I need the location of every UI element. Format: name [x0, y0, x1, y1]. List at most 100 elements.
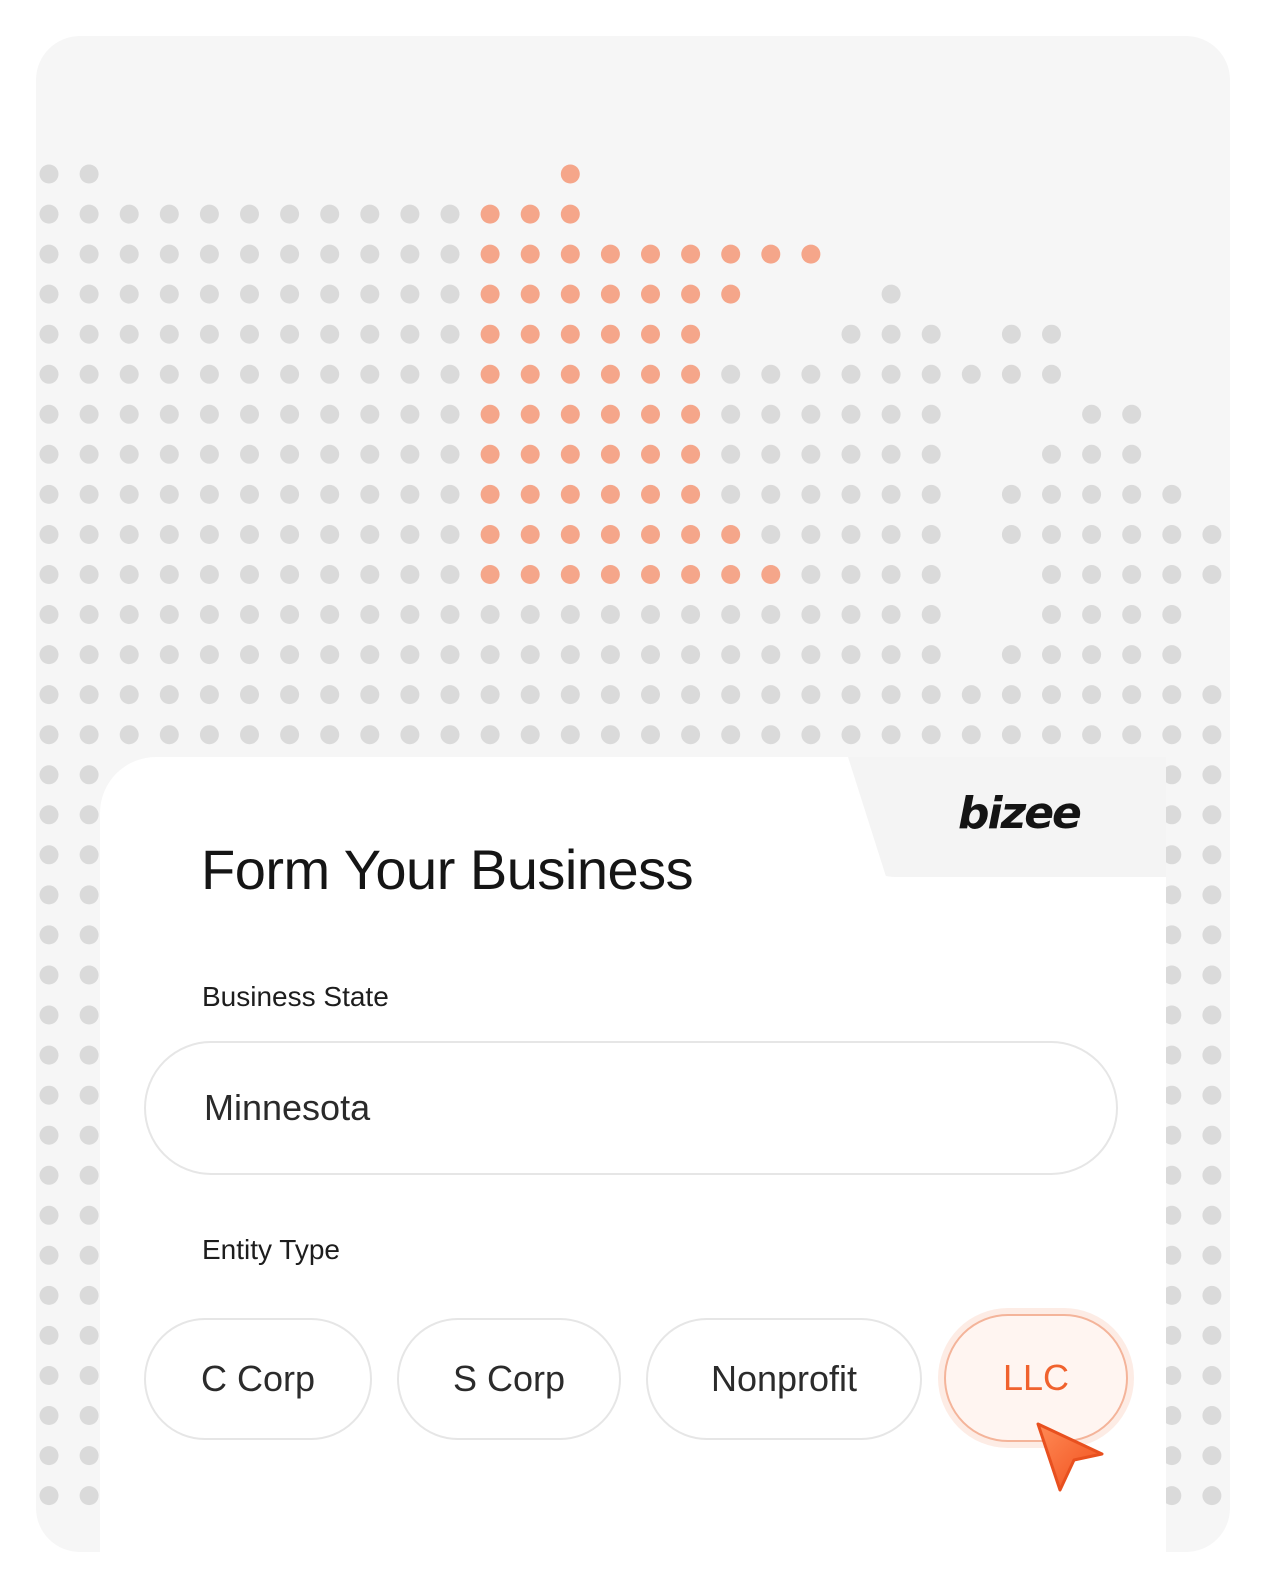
map-dot — [841, 565, 861, 584]
map-dot-highlighted — [641, 565, 660, 584]
map-dot-highlighted — [600, 444, 620, 464]
map-dot-highlighted — [641, 364, 660, 384]
map-dot — [1042, 525, 1061, 544]
map-dot — [1162, 685, 1182, 705]
map-dot — [79, 765, 99, 785]
map-dot — [79, 1085, 99, 1105]
map-dot-highlighted — [520, 444, 540, 464]
map-dot — [199, 725, 219, 745]
map-dot-highlighted — [560, 284, 580, 304]
map-dot — [560, 685, 580, 705]
map-dot — [79, 805, 99, 825]
map-dot — [199, 444, 219, 464]
map-dot — [1122, 404, 1142, 424]
map-dot — [199, 525, 219, 544]
map-dot — [79, 364, 99, 384]
map-dot-highlighted — [721, 565, 741, 584]
map-dot — [159, 364, 179, 384]
map-dot — [240, 484, 259, 504]
map-dot — [119, 685, 139, 705]
map-dot — [79, 1045, 99, 1065]
map-dot — [1042, 645, 1061, 665]
map-dot — [79, 1486, 99, 1506]
map-dot — [159, 284, 179, 304]
map-dot — [1122, 484, 1142, 504]
map-dot-highlighted — [681, 284, 701, 304]
map-dot-highlighted — [721, 244, 741, 264]
map-dot — [1202, 1045, 1222, 1065]
map-dot — [761, 364, 781, 384]
map-dot — [39, 484, 59, 504]
map-dot — [1202, 885, 1222, 905]
map-dot — [841, 725, 861, 745]
map-dot — [1202, 805, 1222, 825]
map-dot — [400, 444, 420, 464]
map-dot — [159, 605, 179, 624]
entity-option-s-corp[interactable]: S Corp — [397, 1318, 621, 1440]
map-dot — [280, 525, 300, 544]
map-dot — [721, 645, 741, 665]
map-dot — [39, 244, 59, 264]
map-dot — [39, 1165, 59, 1185]
map-dot — [39, 1205, 59, 1225]
map-dot — [1042, 685, 1061, 705]
map-dot-highlighted — [600, 404, 620, 424]
map-dot — [360, 645, 380, 665]
map-dot — [841, 444, 861, 464]
map-dot — [280, 244, 300, 264]
map-dot — [199, 364, 219, 384]
map-dot — [1122, 525, 1142, 544]
map-dot — [921, 645, 941, 665]
map-dot-highlighted — [681, 565, 701, 584]
map-dot — [280, 645, 300, 665]
map-dot — [1202, 1486, 1222, 1506]
map-dot — [480, 685, 500, 705]
map-dot — [1202, 965, 1222, 985]
map-dot — [199, 484, 219, 504]
entity-option-nonprofit[interactable]: Nonprofit — [646, 1318, 922, 1440]
map-dot — [761, 444, 781, 464]
map-dot — [79, 645, 99, 665]
map-dot — [841, 404, 861, 424]
map-dot — [881, 284, 901, 304]
map-dot — [841, 364, 861, 384]
map-dot — [1082, 725, 1102, 745]
map-dot — [240, 645, 259, 665]
map-dot — [360, 685, 380, 705]
map-dot — [320, 364, 340, 384]
map-dot — [39, 765, 59, 785]
map-dot — [921, 525, 941, 544]
map-dot — [1082, 565, 1102, 584]
map-dot — [39, 1406, 59, 1425]
map-dot — [1001, 364, 1021, 384]
map-dot — [39, 645, 59, 665]
map-dot — [360, 364, 380, 384]
map-dot — [1202, 1245, 1222, 1265]
map-dot — [600, 685, 620, 705]
map-dot — [320, 444, 340, 464]
map-dot — [921, 324, 941, 344]
map-dot — [801, 444, 821, 464]
map-dot — [79, 204, 99, 224]
map-dot-highlighted — [600, 525, 620, 544]
map-dot — [761, 525, 781, 544]
entity-option-c-corp[interactable]: C Corp — [144, 1318, 372, 1440]
map-dot — [360, 284, 380, 304]
map-dot — [79, 605, 99, 624]
map-dot — [560, 725, 580, 745]
map-dot — [1202, 765, 1222, 785]
map-dot — [240, 605, 259, 624]
map-dot — [240, 685, 259, 705]
map-dot — [1122, 725, 1142, 745]
map-dot-highlighted — [560, 164, 580, 184]
map-dot — [761, 645, 781, 665]
map-dot — [1082, 444, 1102, 464]
map-dot — [921, 565, 941, 584]
map-dot — [801, 525, 821, 544]
map-dot-highlighted — [600, 484, 620, 504]
map-dot — [1202, 1085, 1222, 1105]
business-state-input[interactable] — [144, 1041, 1118, 1175]
map-dot — [841, 324, 861, 344]
map-dot — [560, 645, 580, 665]
map-dot — [360, 324, 380, 344]
